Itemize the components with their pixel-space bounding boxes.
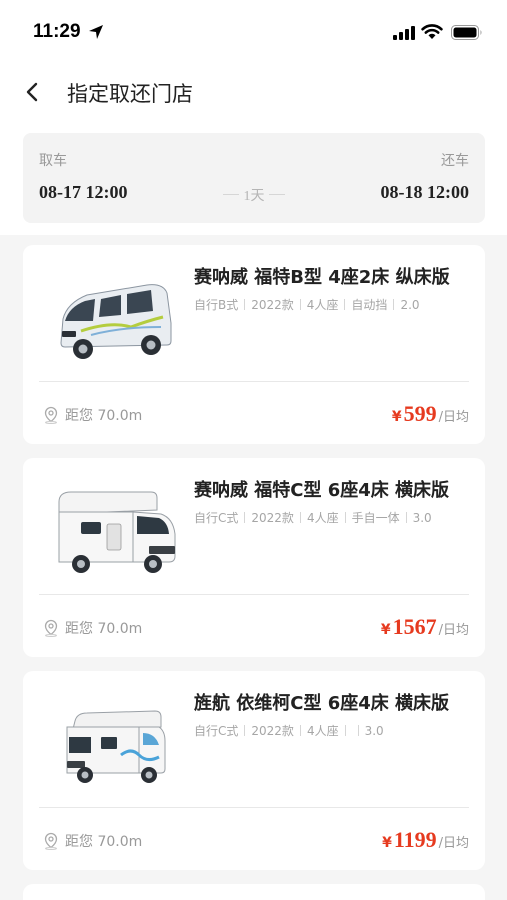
spec-item: 3.0 xyxy=(412,511,432,525)
spec-item: 自行C式 xyxy=(194,724,239,738)
spec-item: 4人座 xyxy=(306,511,339,525)
status-bar: 11:29 xyxy=(0,0,507,64)
spec-item: 2022款 xyxy=(251,298,294,312)
rv-c-type-image xyxy=(58,491,176,573)
return-datetime[interactable]: 08-18 12:00 xyxy=(381,182,470,203)
distance-info: 距您 70.0m xyxy=(43,831,142,851)
price-amount: 1199 xyxy=(393,827,437,852)
vehicle-card[interactable]: 赛呐威 福特B型 4座2床 纵床版 自行B式 2022款 4人座 自动挡 2.0 距您 … xyxy=(23,245,485,444)
spec-item: 自动挡 xyxy=(351,298,388,312)
card-divider xyxy=(39,807,469,808)
rv-iveco-image xyxy=(66,710,166,783)
location-pin-icon xyxy=(44,406,58,424)
price-amount: 1567 xyxy=(392,614,437,639)
currency-symbol: ¥ xyxy=(380,622,391,638)
currency-symbol: ¥ xyxy=(382,835,392,851)
card-divider xyxy=(39,594,469,595)
vehicle-name: 赛呐威 福特C型 6座4床 横床版 xyxy=(194,480,450,501)
card-divider xyxy=(39,381,469,382)
price-unit: /日均 xyxy=(438,836,469,851)
van-b-type-image xyxy=(60,284,172,359)
spec-item: 3.0 xyxy=(364,724,384,738)
spec-item: 自行B式 xyxy=(194,298,239,312)
location-pin-icon xyxy=(44,619,58,637)
spec-item: 4人座 xyxy=(306,298,339,312)
daily-price: ¥ 599 /日均 xyxy=(392,401,469,427)
distance-text: 距您 70.0m xyxy=(65,408,143,424)
rental-date-panel[interactable]: 取车 还车 08-17 12:00 1天 08-18 12:00 xyxy=(23,133,485,223)
back-arrow-icon[interactable] xyxy=(22,80,44,104)
status-time: 11:29 xyxy=(33,21,81,42)
vehicle-specs: 自行C式 2022款 4人座 3.0 xyxy=(194,722,384,739)
daily-price: ¥ 1199 /日均 xyxy=(382,827,469,853)
distance-info: 距您 70.0m xyxy=(43,405,142,425)
vehicle-name: 赛呐威 福特B型 4座2床 纵床版 xyxy=(194,267,450,288)
vehicle-card[interactable]: 赛呐威 福特C型 6座4床 横床版 自行C式 2022款 4人座 手自一体 3.0 距您… xyxy=(23,458,485,657)
header-area: 11:29 指定取还门店 取车 还车 08-17 12:00 1天 08-18 … xyxy=(0,0,507,235)
pickup-label: 取车 xyxy=(39,153,67,169)
price-unit: /日均 xyxy=(438,623,469,638)
spec-item: 2022款 xyxy=(251,724,294,738)
price-amount: 599 xyxy=(403,401,437,426)
vehicle-specs: 自行C式 2022款 4人座 手自一体 3.0 xyxy=(194,509,432,526)
currency-symbol: ¥ xyxy=(391,409,402,425)
signal-icon xyxy=(393,26,415,40)
price-unit: /日均 xyxy=(438,410,469,425)
pickup-datetime[interactable]: 08-17 12:00 xyxy=(39,182,128,203)
spec-item: 手自一体 xyxy=(351,511,400,525)
vehicle-name: 旌航 依维柯C型 6座4床 横床版 xyxy=(194,693,450,714)
vehicle-specs: 自行B式 2022款 4人座 自动挡 2.0 xyxy=(194,296,420,313)
spec-item: 2022款 xyxy=(251,511,294,525)
wifi-icon xyxy=(421,24,443,39)
distance-text: 距您 70.0m xyxy=(65,834,143,850)
distance-info: 距您 70.0m xyxy=(43,618,142,638)
spec-item: 4人座 xyxy=(306,724,339,738)
daily-price: ¥ 1567 /日均 xyxy=(381,614,469,640)
rental-duration: 1天 xyxy=(223,185,285,205)
location-pin-icon xyxy=(44,832,58,850)
vehicle-card-partial[interactable] xyxy=(23,884,485,900)
nav-bar: 指定取还门店 xyxy=(0,70,507,114)
battery-icon xyxy=(451,25,482,40)
vehicle-card[interactable]: 旌航 依维柯C型 6座4床 横床版 自行C式 2022款 4人座 3.0 距您 70.… xyxy=(23,671,485,870)
spec-item: 2.0 xyxy=(400,298,420,312)
distance-text: 距您 70.0m xyxy=(65,621,143,637)
page-title: 指定取还门店 xyxy=(67,82,193,106)
spec-item: 自行C式 xyxy=(194,511,239,525)
location-arrow-icon xyxy=(89,25,103,39)
return-label: 还车 xyxy=(441,153,469,169)
